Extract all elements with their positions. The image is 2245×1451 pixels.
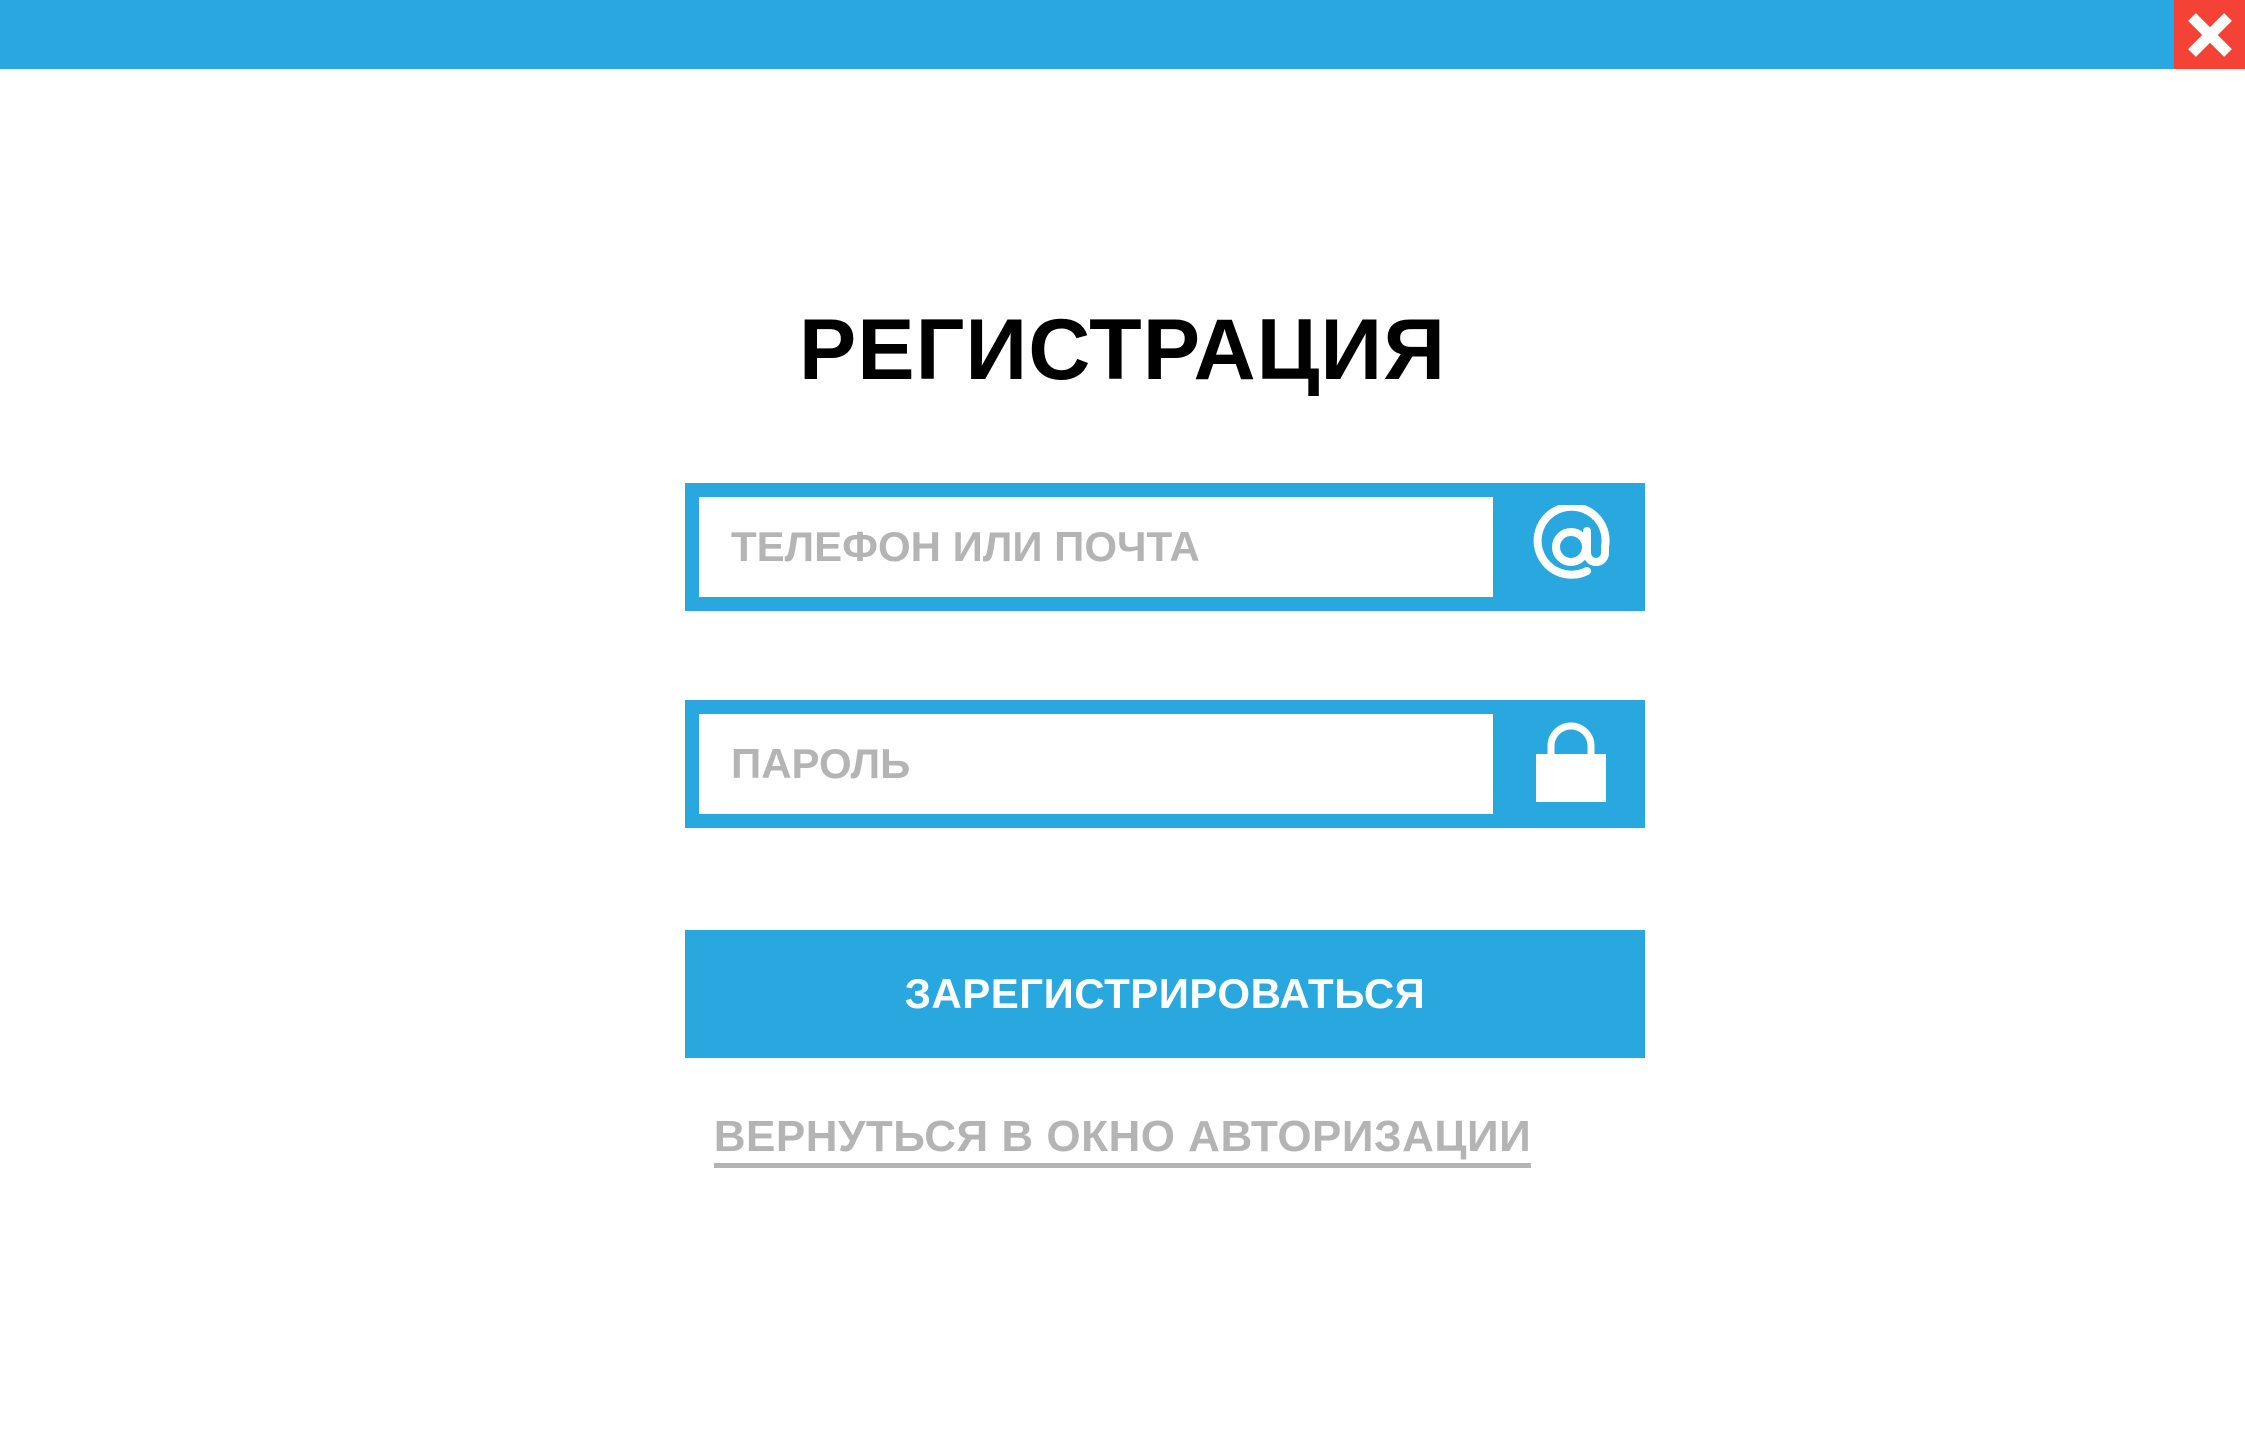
phone-or-email-input[interactable] (699, 497, 1493, 597)
register-button[interactable]: ЗАРЕГИСТРИРОВАТЬСЯ (685, 930, 1645, 1058)
back-link-container: ВЕРНУТЬСЯ В ОКНО АВТОРИЗАЦИИ (0, 1112, 2245, 1168)
close-icon (2187, 12, 2232, 57)
password-field-container (685, 700, 1645, 828)
window-titlebar (0, 0, 2245, 69)
at-sign-icon (1529, 483, 1613, 611)
close-button[interactable] (2174, 0, 2245, 69)
password-input[interactable] (699, 714, 1493, 814)
lock-icon (1529, 700, 1613, 828)
page-title: РЕГИСТРАЦИЯ (798, 302, 1447, 398)
login-field-container (685, 483, 1645, 611)
back-to-login-link[interactable]: ВЕРНУТЬСЯ В ОКНО АВТОРИЗАЦИИ (713, 1112, 1532, 1168)
